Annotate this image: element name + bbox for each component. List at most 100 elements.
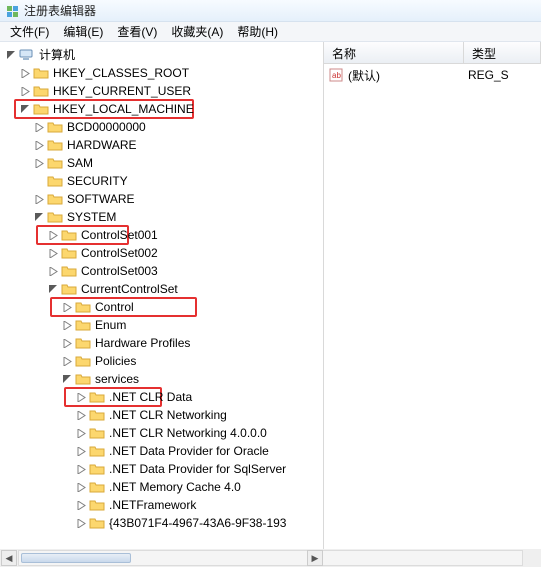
registry-tree[interactable]: 计算机 HKEY_CLASSES_ROOT HKEY_CURRENT_USER … <box>0 42 323 540</box>
folder-icon <box>89 480 105 494</box>
tree-node-policies[interactable]: Policies <box>4 352 323 370</box>
list-body: ab (默认) REG_S <box>324 64 541 549</box>
twisty-collapsed-icon[interactable] <box>46 264 60 278</box>
menu-view[interactable]: 查看(V) <box>111 21 163 42</box>
folder-icon <box>75 318 91 332</box>
twisty-collapsed-icon[interactable] <box>32 120 46 134</box>
tree-node-hardware[interactable]: HARDWARE <box>4 136 323 154</box>
tree-node-netdporacle[interactable]: .NET Data Provider for Oracle <box>4 442 323 460</box>
window-title: 注册表编辑器 <box>24 2 96 19</box>
list-row-default[interactable]: ab (默认) REG_S <box>328 66 537 84</box>
tree-node-hkcr[interactable]: HKEY_CLASSES_ROOT <box>4 64 323 82</box>
column-header-type[interactable]: 类型 <box>464 42 541 63</box>
twisty-expanded-icon[interactable] <box>46 282 60 296</box>
node-label: SAM <box>66 154 94 172</box>
tree-node-hklm[interactable]: HKEY_LOCAL_MACHINE <box>4 100 323 118</box>
menu-file[interactable]: 文件(F) <box>4 21 55 42</box>
twisty-collapsed-icon[interactable] <box>32 156 46 170</box>
tree-node-netclrnet[interactable]: .NET CLR Networking <box>4 406 323 424</box>
twisty-collapsed-icon[interactable] <box>32 138 46 152</box>
node-label: SECURITY <box>66 172 129 190</box>
titlebar: 注册表编辑器 <box>0 0 541 22</box>
twisty-collapsed-icon[interactable] <box>74 426 88 440</box>
menu-favorites[interactable]: 收藏夹(A) <box>165 21 229 42</box>
twisty-collapsed-icon[interactable] <box>46 228 60 242</box>
tree-node-system[interactable]: SYSTEM <box>4 208 323 226</box>
scroll-left-arrow-icon[interactable]: ◀ <box>1 550 17 566</box>
twisty-collapsed-icon[interactable] <box>74 480 88 494</box>
tree-node-services[interactable]: services <box>4 370 323 388</box>
node-label: HARDWARE <box>66 136 138 154</box>
column-header-name[interactable]: 名称 <box>324 42 464 63</box>
tree-node-netframework[interactable]: .NETFramework <box>4 496 323 514</box>
tree-node-cs002[interactable]: ControlSet002 <box>4 244 323 262</box>
folder-icon <box>75 372 91 386</box>
menu-help[interactable]: 帮助(H) <box>231 21 284 42</box>
twisty-collapsed-icon[interactable] <box>60 354 74 368</box>
horizontal-scrollbar[interactable]: ◀ ▶ <box>0 549 541 567</box>
folder-icon <box>61 264 77 278</box>
tree-node-netclrdata[interactable]: .NET CLR Data <box>4 388 323 406</box>
folder-icon <box>61 282 77 296</box>
value-type: REG_S <box>468 68 509 82</box>
tree-node-sam[interactable]: SAM <box>4 154 323 172</box>
tree-node-bcd[interactable]: BCD00000000 <box>4 118 323 136</box>
folder-icon <box>33 66 49 80</box>
folder-icon <box>47 174 63 188</box>
tree-node-netmemcache[interactable]: .NET Memory Cache 4.0 <box>4 478 323 496</box>
tree-node-netclrnet4[interactable]: .NET CLR Networking 4.0.0.0 <box>4 424 323 442</box>
twisty-expanded-icon[interactable] <box>4 48 18 62</box>
scroll-track[interactable] <box>18 550 523 566</box>
value-name: (默认) <box>348 67 468 84</box>
content-area: 计算机 HKEY_CLASSES_ROOT HKEY_CURRENT_USER … <box>0 42 541 549</box>
node-label: CurrentControlSet <box>80 280 179 298</box>
folder-icon <box>33 84 49 98</box>
node-label: .NETFramework <box>108 496 197 514</box>
folder-icon <box>89 390 105 404</box>
twisty-collapsed-icon[interactable] <box>60 318 74 332</box>
tree-node-hwprofiles[interactable]: Hardware Profiles <box>4 334 323 352</box>
twisty-collapsed-icon[interactable] <box>60 336 74 350</box>
folder-icon <box>89 444 105 458</box>
folder-icon <box>47 120 63 134</box>
twisty-collapsed-icon[interactable] <box>32 192 46 206</box>
tree-node-ccs[interactable]: CurrentControlSet <box>4 280 323 298</box>
tree-node-security[interactable]: SECURITY <box>4 172 323 190</box>
twisty-collapsed-icon[interactable] <box>74 462 88 476</box>
tree-node-cs003[interactable]: ControlSet003 <box>4 262 323 280</box>
folder-icon <box>89 516 105 530</box>
node-label: ControlSet002 <box>80 244 159 262</box>
node-label: ControlSet003 <box>80 262 159 280</box>
tree-node-netdpsql[interactable]: .NET Data Provider for SqlServer <box>4 460 323 478</box>
tree-node-root[interactable]: 计算机 <box>4 46 323 64</box>
twisty-collapsed-icon[interactable] <box>60 300 74 314</box>
node-label: services <box>94 370 140 388</box>
tree-node-control[interactable]: Control <box>4 298 323 316</box>
tree-node-software[interactable]: SOFTWARE <box>4 190 323 208</box>
node-label: Control <box>94 298 135 316</box>
tree-node-guidkey[interactable]: {43B071F4-4967-43A6-9F38-193 <box>4 514 323 532</box>
tree-node-cs001[interactable]: ControlSet001 <box>4 226 323 244</box>
twisty-expanded-icon[interactable] <box>60 372 74 386</box>
node-label: .NET Memory Cache 4.0 <box>108 478 242 496</box>
twisty-collapsed-icon[interactable] <box>74 444 88 458</box>
value-list-pane: 名称 类型 ab (默认) REG_S <box>324 42 541 549</box>
twisty-expanded-icon[interactable] <box>32 210 46 224</box>
computer-icon <box>19 48 35 62</box>
tree-node-hkcu[interactable]: HKEY_CURRENT_USER <box>4 82 323 100</box>
twisty-collapsed-icon[interactable] <box>18 66 32 80</box>
twisty-collapsed-icon[interactable] <box>74 408 88 422</box>
twisty-collapsed-icon[interactable] <box>46 246 60 260</box>
twisty-collapsed-icon[interactable] <box>18 84 32 98</box>
tree-node-enum[interactable]: Enum <box>4 316 323 334</box>
twisty-collapsed-icon[interactable] <box>74 390 88 404</box>
menu-edit[interactable]: 编辑(E) <box>57 21 109 42</box>
twisty-expanded-icon[interactable] <box>18 102 32 116</box>
node-label: .NET CLR Data <box>108 388 193 406</box>
folder-icon <box>75 354 91 368</box>
twisty-collapsed-icon[interactable] <box>74 498 88 512</box>
scroll-thumb[interactable] <box>21 553 131 563</box>
node-label: SYSTEM <box>66 208 117 226</box>
scroll-right-arrow-icon[interactable]: ▶ <box>307 550 323 566</box>
twisty-collapsed-icon[interactable] <box>74 516 88 530</box>
